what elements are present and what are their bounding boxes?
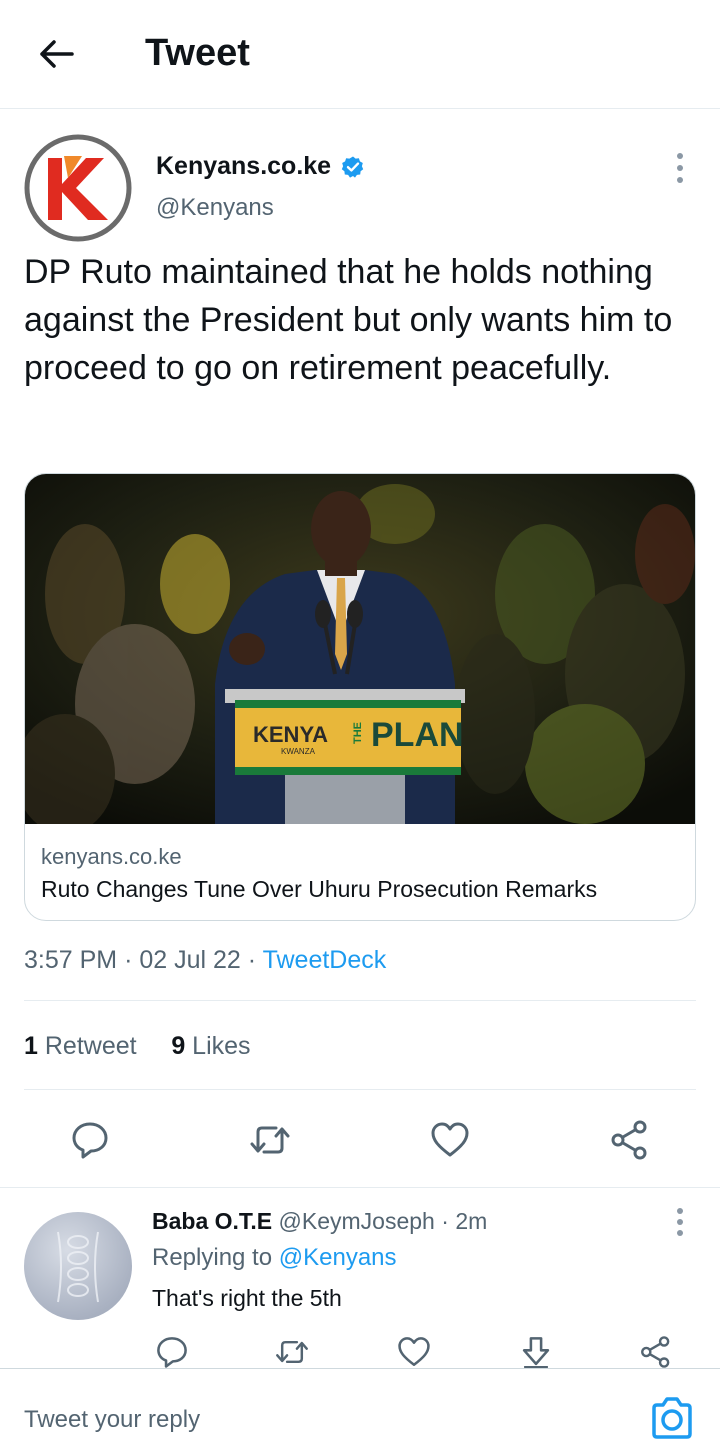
page-title: Tweet [145, 32, 250, 74]
retweet-button[interactable] [248, 1118, 292, 1162]
more-icon [677, 1208, 683, 1236]
sign-kenya-text: KENYA [253, 722, 328, 747]
likes-label: Likes [192, 1032, 251, 1060]
reply-text: That's right the 5th [152, 1285, 342, 1311]
retweets-stat[interactable]: 1 Retweet [24, 1032, 137, 1060]
reply-reply-button[interactable] [154, 1334, 190, 1370]
author-name[interactable]: Kenyans.co.ke [156, 152, 331, 181]
meta-separator: · [441, 1208, 456, 1234]
retweets-count: 1 [24, 1032, 38, 1060]
tweet-date: 02 Jul 22 [139, 946, 241, 974]
reply-author-handle[interactable]: @KeymJoseph [279, 1208, 435, 1234]
tweet-stats: 1 Retweet 9 Likes [24, 1032, 251, 1061]
sign-kwanza-text: KWANZA [281, 747, 316, 756]
divider [24, 1000, 696, 1001]
tweet-text: DP Ruto maintained that he holds nothing… [24, 253, 673, 387]
reply-retweet-button[interactable] [274, 1334, 310, 1370]
reply-more-button[interactable] [668, 1206, 692, 1238]
tweet-time: 3:57 PM [24, 946, 118, 974]
meta-separator: · [124, 946, 140, 974]
link-card[interactable]: KENYA KWANZA THE PLAN kenyans.co.ke Ruto… [24, 473, 696, 921]
back-arrow-icon [40, 40, 74, 68]
likes-stat[interactable]: 9 Likes [171, 1032, 250, 1060]
author-avatar[interactable] [24, 134, 132, 242]
retweets-label: Retweet [44, 1032, 137, 1060]
camera-icon [652, 1397, 692, 1439]
retweet-icon [250, 1126, 290, 1154]
tweet-more-button[interactable] [668, 150, 692, 186]
kenyans-logo [24, 134, 132, 242]
like-icon [431, 1122, 469, 1157]
camera-button[interactable] [648, 1396, 696, 1440]
divider [24, 1089, 696, 1090]
retweet-icon [276, 1340, 308, 1364]
card-image: KENYA KWANZA THE PLAN [25, 474, 695, 824]
sign-the-text: THE [352, 722, 364, 744]
reply-button[interactable] [68, 1118, 112, 1162]
reply-age: 2m [455, 1208, 488, 1234]
more-icon [677, 153, 683, 183]
replying-to-prefix: Replying to [152, 1244, 273, 1271]
top-bar: Tweet [0, 0, 720, 109]
author-handle[interactable]: @Kenyans [156, 194, 274, 222]
likes-count: 9 [171, 1032, 186, 1060]
meta-separator: · [247, 946, 263, 974]
avatar-pattern [57, 1231, 99, 1303]
reply-download-button[interactable] [518, 1334, 554, 1370]
reply-like-button[interactable] [396, 1334, 432, 1370]
share-icon [641, 1336, 670, 1368]
share-icon [611, 1120, 647, 1160]
reply-icon [72, 1122, 108, 1159]
divider [0, 1187, 720, 1188]
replying-to-mention[interactable]: @Kenyans [279, 1244, 397, 1271]
verified-icon [341, 156, 364, 178]
tweet-meta: 3:57 PM · 02 Jul 22 · TweetDeck [24, 946, 386, 975]
reply-author-avatar[interactable] [24, 1212, 132, 1320]
tweet-source[interactable]: TweetDeck [263, 946, 387, 974]
share-button[interactable] [608, 1118, 652, 1162]
reply-header: Baba O.T.E @KeymJoseph · 2m [152, 1208, 487, 1235]
author-name-row: Kenyans.co.ke [156, 152, 365, 181]
like-icon [398, 1337, 430, 1367]
like-button[interactable] [428, 1118, 472, 1162]
download-icon [522, 1337, 550, 1369]
reply-input[interactable]: Tweet your reply [24, 1406, 200, 1434]
reply-author-name[interactable]: Baba O.T.E [152, 1208, 272, 1234]
back-button[interactable] [34, 36, 78, 72]
sign-plan-text: PLAN [371, 716, 464, 754]
reply-share-button[interactable] [638, 1334, 674, 1370]
card-domain: kenyans.co.ke [41, 844, 182, 869]
reply-icon [157, 1337, 187, 1368]
replying-to: Replying to @Kenyans [152, 1244, 397, 1272]
card-title: Ruto Changes Tune Over Uhuru Prosecution… [41, 876, 598, 902]
